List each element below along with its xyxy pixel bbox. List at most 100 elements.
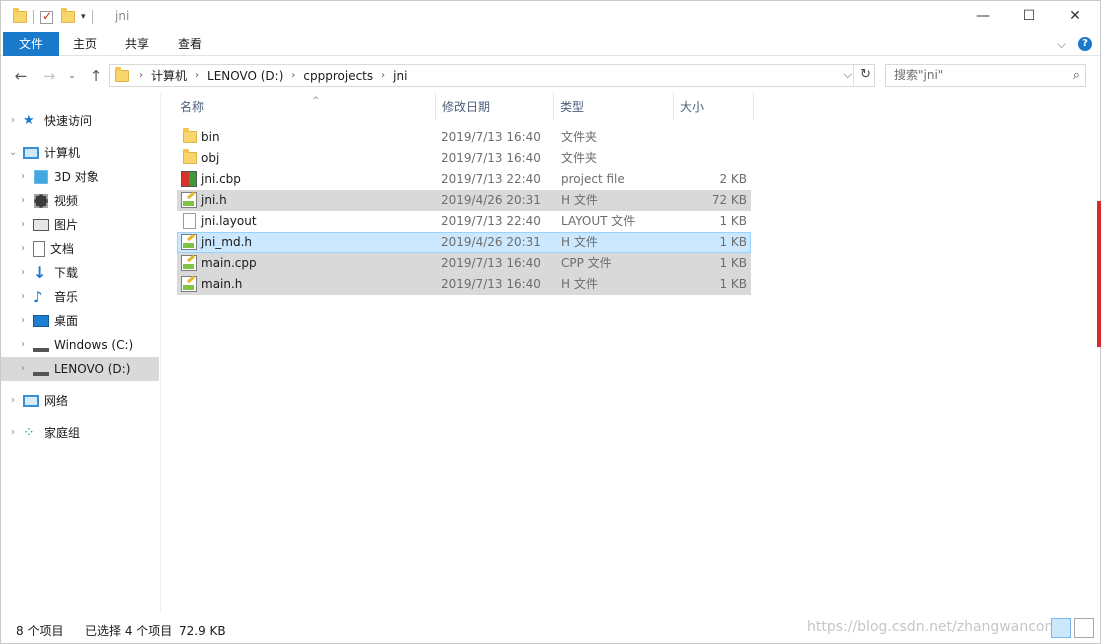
file-row-obj[interactable]: obj 2019/7/13 16:40 文件夹 [177,148,751,169]
tab-share[interactable]: 共享 [112,32,162,56]
minimize-button[interactable]: — [960,1,1006,31]
title-bar: ▾ jni — ☐ ✕ [1,1,1100,32]
help-icon[interactable]: ? [1078,37,1092,51]
large-icons-view-icon[interactable] [1074,618,1094,638]
quick-access-toolbar: ▾ [13,7,99,27]
nav-label: 快速访问 [44,114,93,128]
nav-item-desktop[interactable]: › 桌面 [1,309,159,333]
music-icon: ♪ [33,288,43,306]
nav-item-computer[interactable]: ⌄ 计算机 [1,141,159,165]
file-size: 1 KB [719,277,747,291]
chevron-right-icon[interactable]: › [381,70,385,81]
ribbon: 文件 主页 共享 查看 ⌵ ? [1,32,1100,56]
chevron-right-icon[interactable]: › [17,357,29,381]
tab-home[interactable]: 主页 [60,32,110,56]
chevron-right-icon[interactable]: › [291,70,295,81]
search-input[interactable]: 搜索"jni" ⌕ [885,64,1086,87]
chevron-right-icon[interactable]: › [7,389,19,413]
cpp-file-icon [181,255,197,271]
search-icon[interactable]: ⌕ [1073,65,1080,86]
nav-item-network[interactable]: › 网络 [1,389,159,413]
ribbon-right-controls: ⌵ ? [1057,37,1092,52]
nav-item-pictures[interactable]: › 图片 [1,213,159,237]
column-header-name[interactable]: 名称 ^ [174,93,436,121]
nav-item-music[interactable]: › ♪ 音乐 [1,285,159,309]
column-header-type[interactable]: 类型 [554,93,674,121]
nav-label: 计算机 [44,146,81,160]
file-type: H 文件 [561,235,598,249]
file-row-main-cpp[interactable]: main.cpp 2019/7/13 16:40 CPP 文件 1 KB [177,253,751,274]
refresh-icon[interactable]: ↻ [860,67,871,82]
back-arrow-icon[interactable]: ← [10,65,32,87]
chevron-right-icon[interactable]: › [17,165,29,189]
file-date: 2019/7/13 22:40 [441,172,541,186]
nav-item-windows-c[interactable]: › Windows (C:) [1,333,159,357]
up-arrow-icon[interactable]: ↑ [85,65,107,87]
properties-icon[interactable] [40,9,53,24]
chevron-right-icon[interactable]: › [17,213,29,237]
chevron-right-icon[interactable]: › [7,109,19,133]
breadcrumb-cppprojects[interactable]: cppprojects [303,69,373,83]
chevron-right-icon[interactable]: › [17,189,29,213]
video-icon [34,194,48,208]
nav-item-lenovo-d[interactable]: › LENOVO (D:) [1,357,159,381]
maximize-button[interactable]: ☐ [1006,1,1052,31]
file-row-jni-layout[interactable]: jni.layout 2019/7/13 22:40 LAYOUT 文件 1 K… [177,211,751,232]
drive-icon [33,366,49,376]
file-size: 1 KB [719,235,747,249]
new-folder-icon[interactable] [61,8,75,23]
expand-ribbon-icon[interactable]: ⌵ [1057,37,1066,52]
file-date: 2019/7/13 16:40 [441,256,541,270]
tab-view[interactable]: 查看 [165,32,215,56]
sort-ascending-icon: ^ [312,96,320,106]
forward-arrow-icon[interactable]: → [38,65,60,87]
nav-item-videos[interactable]: › 视频 [1,189,159,213]
customize-quick-access-icon[interactable]: ▾ [81,12,86,22]
chevron-right-icon[interactable]: › [7,421,19,445]
nav-item-downloads[interactable]: › ↓ 下载 [1,261,159,285]
file-row-jni-h[interactable]: jni.h 2019/4/26 20:31 H 文件 72 KB [177,190,751,211]
file-row-jni-cbp[interactable]: jni.cbp 2019/7/13 22:40 project file 2 K… [177,169,751,190]
column-header-size[interactable]: 大小 [674,93,754,121]
nav-item-3d-objects[interactable]: › 3D 对象 [1,165,159,189]
separator [33,10,34,24]
file-list: 名称 ^ 修改日期 类型 大小 bin 2019/7/13 16:40 文件夹 … [162,93,1101,613]
chevron-right-icon[interactable]: › [139,70,143,81]
tab-file[interactable]: 文件 [3,32,59,56]
file-row-main-h[interactable]: main.h 2019/7/13 16:40 H 文件 1 KB [177,274,751,295]
column-header-date[interactable]: 修改日期 [436,93,554,121]
file-row-jni-md-h[interactable]: jni_md.h 2019/4/26 20:31 H 文件 1 KB [177,232,751,253]
nav-label: 图片 [54,218,79,232]
chevron-right-icon[interactable]: › [17,237,29,261]
header-file-icon [181,276,197,292]
chevron-right-icon[interactable]: › [17,285,29,309]
close-button[interactable]: ✕ [1052,1,1098,31]
recent-locations-chevron-icon[interactable]: ⌄ [61,65,83,87]
nav-item-homegroup[interactable]: › ⁘ 家庭组 [1,421,159,445]
network-icon [23,395,39,407]
folder-icon [183,128,197,143]
details-view-icon[interactable] [1051,618,1071,638]
address-dropdown-icon[interactable]: ⌵ [844,68,852,82]
breadcrumb-computer[interactable]: 计算机 [151,67,187,84]
column-label: 大小 [680,100,705,114]
breadcrumb-drive[interactable]: LENOVO (D:) [207,69,283,83]
file-date: 2019/7/13 16:40 [441,277,541,291]
breadcrumb-jni[interactable]: jni [393,69,407,83]
picture-icon [33,219,49,231]
chevron-right-icon[interactable]: › [17,261,29,285]
chevron-down-icon[interactable]: ⌄ [7,141,19,165]
chevron-right-icon[interactable]: › [195,70,199,81]
folder-icon [115,66,129,82]
navigation-row: ← → ⌄ ↑ › 计算机 › LENOVO (D:) › cppproject… [1,63,1100,89]
file-date: 2019/7/13 16:40 [441,151,541,165]
nav-item-documents[interactable]: › 文档 [1,237,159,261]
chevron-right-icon[interactable]: › [17,333,29,357]
nav-item-quick-access[interactable]: › ★ 快速访问 [1,109,159,133]
download-icon: ↓ [33,263,47,282]
address-bar[interactable]: › 计算机 › LENOVO (D:) › cppprojects › jni … [109,64,875,87]
chevron-right-icon[interactable]: › [17,309,29,333]
file-name: jni_md.h [201,235,252,249]
file-type: LAYOUT 文件 [561,214,636,228]
file-row-bin[interactable]: bin 2019/7/13 16:40 文件夹 [177,127,751,148]
